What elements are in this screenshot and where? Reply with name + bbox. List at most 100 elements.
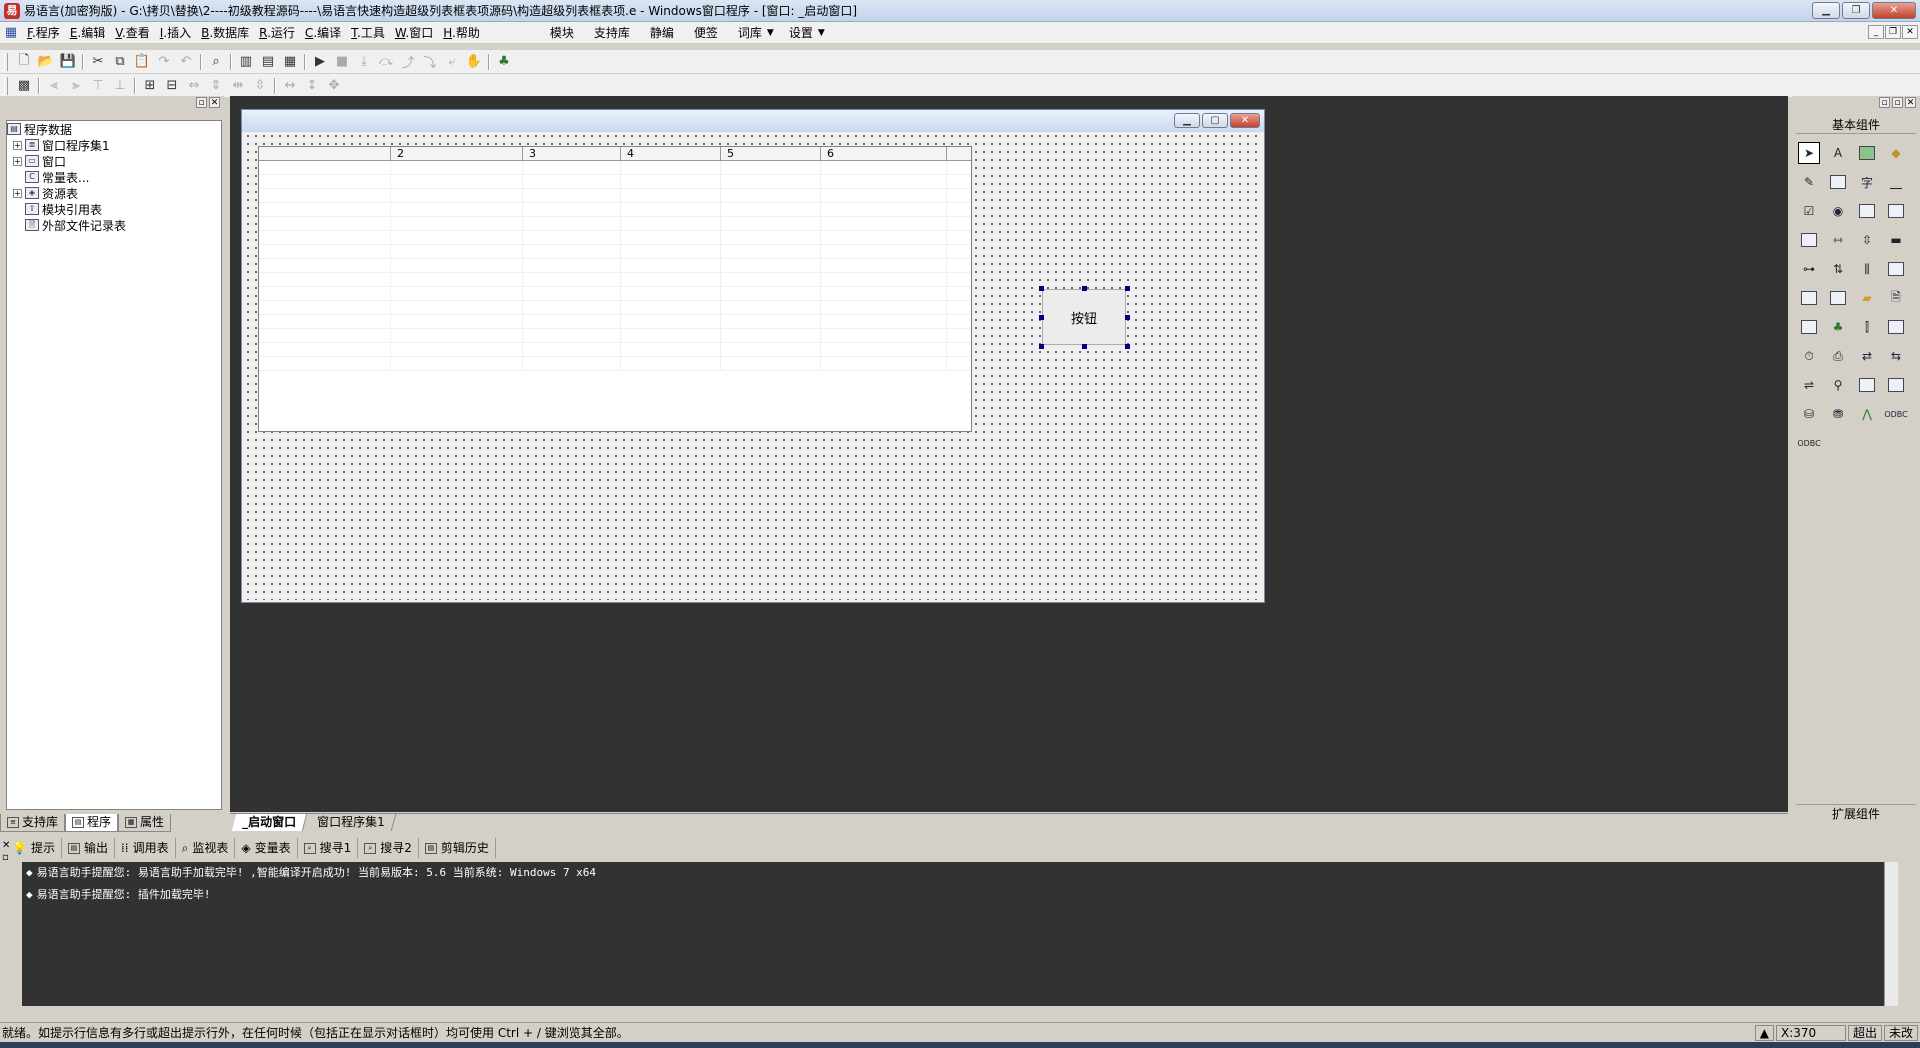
column-header[interactable]: 4: [621, 147, 721, 161]
tab-control-icon[interactable]: [1798, 287, 1820, 309]
menu-database[interactable]: B.数据库: [196, 22, 254, 44]
space-h-icon[interactable]: ⇹: [227, 76, 249, 96]
step-over-icon[interactable]: ⤼: [375, 52, 397, 72]
spinner-icon[interactable]: ⇅: [1827, 258, 1849, 280]
expand-icon[interactable]: +: [13, 188, 22, 198]
stop-icon[interactable]: ■: [331, 52, 353, 72]
picture-box-icon[interactable]: [1856, 142, 1878, 164]
tree-root[interactable]: ▤ 程序数据: [7, 121, 221, 137]
mdi-close-icon[interactable]: ✕: [1902, 25, 1918, 39]
expand-icon[interactable]: +: [13, 140, 22, 150]
menu-help[interactable]: H.帮助: [438, 22, 485, 44]
scrollbar-v-icon[interactable]: ⇳: [1856, 229, 1878, 251]
column-header[interactable]: 2: [391, 147, 523, 161]
progress-icon[interactable]: ▬: [1885, 229, 1907, 251]
step-into-icon[interactable]: ⤓: [353, 52, 375, 72]
column-header[interactable]: [259, 147, 391, 161]
toolbar-grip[interactable]: [4, 52, 8, 71]
panel-close-icon[interactable]: ✕: [209, 97, 220, 108]
minimize-icon[interactable]: ▁: [1812, 2, 1840, 19]
tab-search2[interactable]: ⌕ 搜寻2: [358, 838, 419, 858]
same-height-icon[interactable]: ⇕: [205, 76, 227, 96]
tab-clip-history[interactable]: ▤ 剪辑历史: [419, 838, 496, 858]
panel-pin-icon[interactable]: ▫: [1892, 97, 1903, 108]
same-width-icon[interactable]: ⇔: [183, 76, 205, 96]
tab-variables[interactable]: ◈ 变量表: [235, 838, 298, 858]
network-client-icon[interactable]: ⇄: [1856, 345, 1878, 367]
expand-icon[interactable]: +: [13, 156, 22, 166]
line-icon[interactable]: ⎽: [1885, 171, 1907, 193]
resize-handle[interactable]: [1082, 344, 1087, 349]
output-log[interactable]: ◆ 易语言助手提醒您: 易语言助手加载完毕! ,智能编译开启成功! 当前易版本: …: [22, 862, 1898, 1006]
design-window-caption[interactable]: ▁ ▢ ✕: [242, 110, 1264, 132]
resize-handle[interactable]: [1039, 344, 1044, 349]
design-window[interactable]: ▁ ▢ ✕ 2 3 4 5 6 按钮: [241, 109, 1265, 603]
resize-handle[interactable]: [1125, 315, 1130, 320]
resize-handle[interactable]: [1125, 286, 1130, 291]
statusbar-component-icon[interactable]: [1885, 316, 1907, 338]
tab-startup-window[interactable]: _启动窗口: [231, 814, 308, 831]
tree-item-window[interactable]: + ▭ 窗口: [7, 153, 221, 169]
picture-frame-icon[interactable]: [1827, 171, 1849, 193]
tab-watch[interactable]: ⌕ 监视表: [176, 838, 236, 858]
panel-pin-icon[interactable]: ▫: [196, 97, 207, 108]
hand-icon[interactable]: ✋: [463, 52, 485, 72]
tab-search1[interactable]: ⌕ 搜寻1: [298, 838, 359, 858]
tree-item-constants[interactable]: C 常量表...: [7, 169, 221, 185]
tab-hint[interactable]: 💡 提示: [6, 838, 62, 858]
copy-icon[interactable]: ⧉: [109, 52, 131, 72]
menu-settings[interactable]: 设置: [784, 22, 818, 44]
step-out-icon[interactable]: ⤴: [397, 52, 419, 72]
menu-tools[interactable]: T.工具: [346, 22, 390, 44]
menu-view[interactable]: V.查看: [110, 22, 155, 44]
save-file-icon[interactable]: 💾: [57, 52, 79, 72]
label-component-icon[interactable]: A: [1827, 142, 1849, 164]
panel-component-icon[interactable]: [1885, 374, 1907, 396]
restore-icon[interactable]: ❐: [1842, 2, 1870, 19]
panel-dock-icon[interactable]: ▫: [1879, 97, 1890, 108]
db-provider-icon[interactable]: ⛁: [1798, 403, 1820, 425]
align-top-icon[interactable]: ⊤: [87, 76, 109, 96]
resize-handle[interactable]: [1039, 286, 1044, 291]
center-h-icon[interactable]: ⊞: [139, 76, 161, 96]
toolbar-component-icon[interactable]: [1798, 316, 1820, 338]
shape-icon[interactable]: ◆: [1885, 142, 1907, 164]
extended-components-title[interactable]: 扩展组件: [1796, 804, 1916, 822]
run-to-cursor-icon[interactable]: ⤵: [419, 52, 441, 72]
printer-icon[interactable]: ⎙: [1827, 345, 1849, 367]
tab-properties[interactable]: ▦ 属性: [118, 814, 172, 832]
menu-lexicon[interactable]: 词库: [733, 22, 767, 44]
filter-icon[interactable]: ⚲: [1827, 374, 1849, 396]
tab-window-assembly[interactable]: 窗口程序集1: [306, 814, 396, 831]
panel-close-icon[interactable]: ✕: [1905, 97, 1916, 108]
menu-program[interactable]: F.程序: [22, 22, 65, 44]
settings-dropdown-icon[interactable]: ▼: [818, 28, 825, 38]
resize-handle[interactable]: [1082, 286, 1087, 291]
align-bottom-icon[interactable]: ⊥: [109, 76, 131, 96]
layout-3-icon[interactable]: ▦: [279, 52, 301, 72]
space-v-icon[interactable]: ⇳: [249, 76, 271, 96]
menu-static-compile[interactable]: 静编: [645, 22, 679, 44]
grid-icon[interactable]: ▩: [13, 76, 35, 96]
paste-icon[interactable]: 📋: [131, 52, 153, 72]
menu-support-lib[interactable]: 支持库: [589, 22, 635, 44]
tab-call-stack[interactable]: ⁞⁞ 调用表: [115, 838, 176, 858]
menu-window[interactable]: W.窗口: [390, 22, 438, 44]
toolbar-grip[interactable]: [4, 76, 8, 95]
tab-output[interactable]: ▤ 输出: [62, 838, 115, 858]
tree-item-window-assembly[interactable]: + ≣ 窗口程序集1: [7, 137, 221, 153]
column-header[interactable]: 6: [821, 147, 947, 161]
listbox-icon[interactable]: [1856, 200, 1878, 222]
undo-icon[interactable]: ↶: [175, 52, 197, 72]
design-canvas[interactable]: 2 3 4 5 6 按钮: [244, 132, 1262, 600]
tree-item-external-files[interactable]: 🗎 外部文件记录表: [7, 217, 221, 233]
combobox-icon[interactable]: [1885, 200, 1907, 222]
layout-2-icon[interactable]: ▤: [257, 52, 279, 72]
run-icon[interactable]: ▶: [309, 52, 331, 72]
column-header[interactable]: 5: [721, 147, 821, 161]
design-button[interactable]: 按钮: [1042, 289, 1126, 345]
tab-support-lib[interactable]: ≡ 支持库: [0, 814, 66, 832]
column-header[interactable]: 3: [523, 147, 621, 161]
tree-item-module-refs[interactable]: ⇪ 模块引用表: [7, 201, 221, 217]
text-label-icon[interactable]: 字: [1856, 171, 1878, 193]
